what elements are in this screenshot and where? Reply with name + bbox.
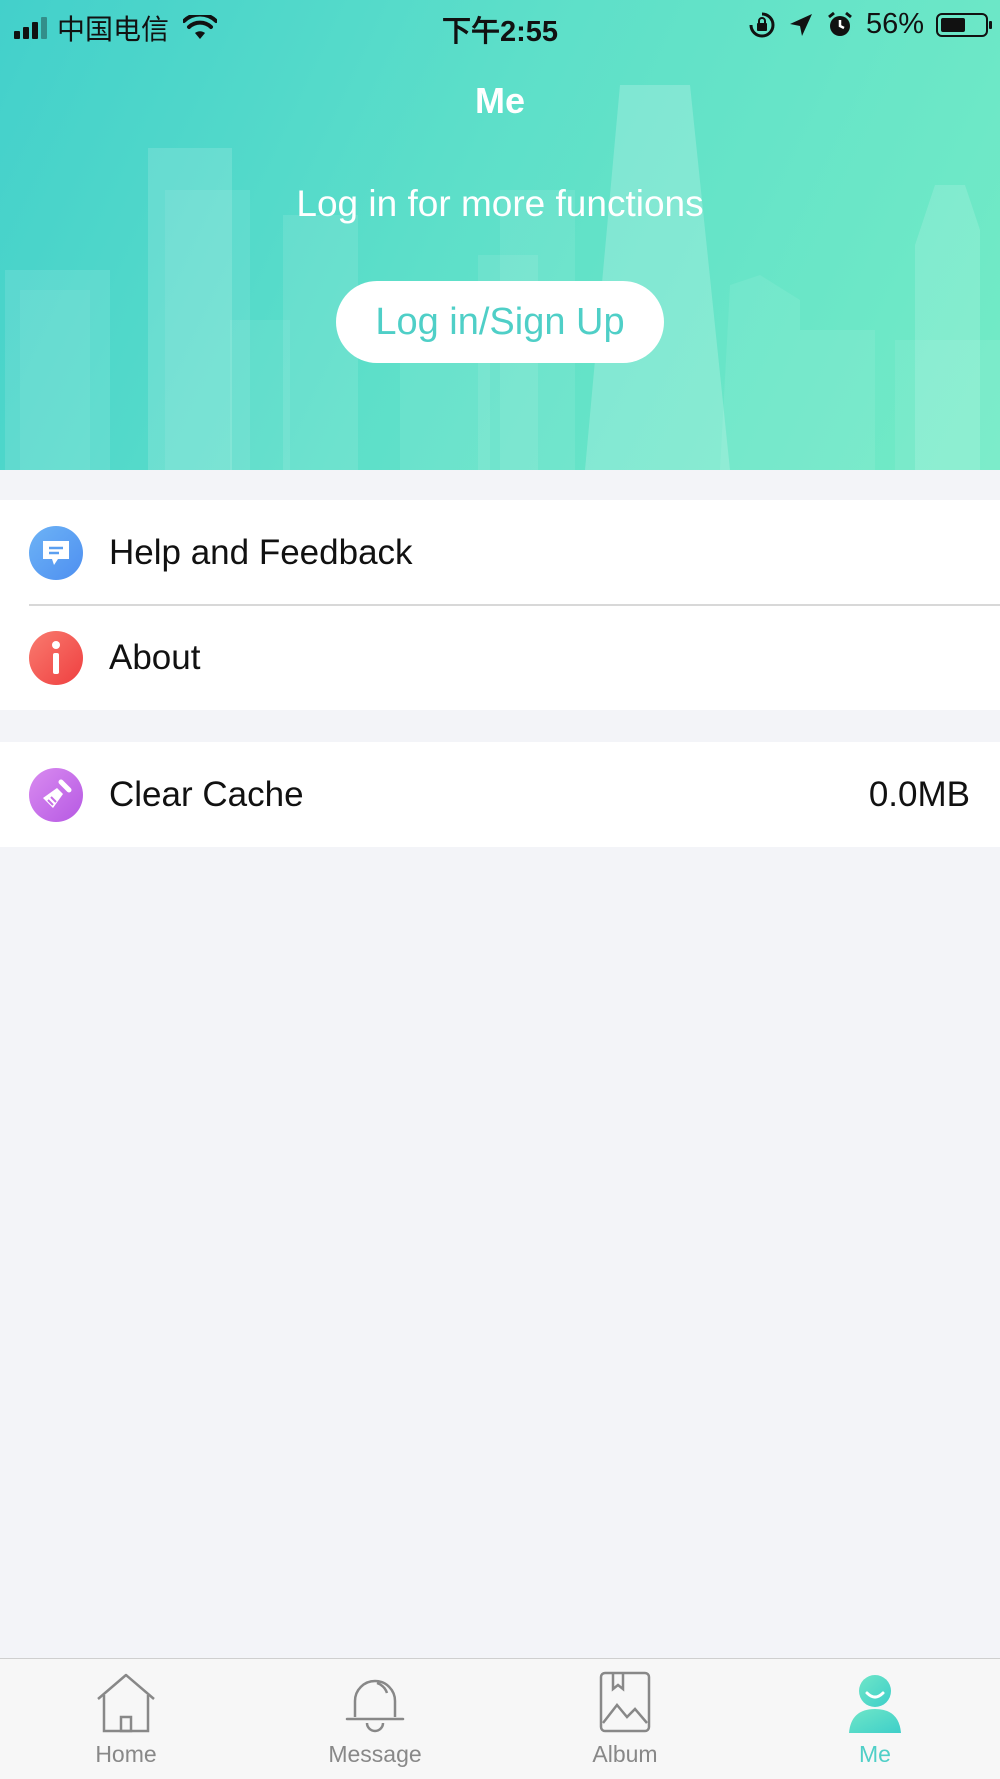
home-icon [97,1673,155,1733]
alarm-icon [828,11,852,36]
bell-icon [345,1679,405,1733]
about-item[interactable]: About [0,605,1000,710]
menu-group-storage: Clear Cache 0.0MB [0,742,1000,847]
tab-album-label: Album [592,1741,658,1767]
menu-group-support: Help and Feedback About [0,500,1000,710]
clear-cache-item[interactable]: Clear Cache 0.0MB [0,742,1000,847]
tab-me[interactable]: Me [775,1659,975,1779]
tab-me-label: Me [859,1741,891,1767]
album-icon [599,1671,651,1733]
broom-icon [29,768,83,822]
tab-home-label: Home [95,1741,157,1767]
location-icon [789,13,812,36]
clear-cache-label: Clear Cache [109,774,304,814]
skyline-background [5,85,1000,470]
tab-home[interactable]: Home [26,1659,226,1779]
tab-bar: Home Message Album Me [0,1658,1000,1779]
person-icon [849,1675,901,1733]
help-feedback-item[interactable]: Help and Feedback [0,500,1000,605]
tab-message[interactable]: Message [275,1659,475,1779]
about-label: About [109,637,201,677]
info-icon [29,631,83,685]
battery-icon [936,12,992,37]
login-prompt: Log in for more functions [296,183,704,224]
page-title: Me [474,80,525,121]
chat-bubble-icon [29,526,83,580]
tab-album[interactable]: Album [525,1659,725,1779]
login-signup-button[interactable]: Log in/Sign Up [336,281,664,363]
tab-message-label: Message [328,1741,422,1767]
cache-size-value: 0.0MB [868,774,970,814]
rotation-lock-icon [749,12,775,37]
battery-percent: 56% [865,8,924,40]
help-feedback-label: Help and Feedback [109,532,413,572]
status-bar: 中国电信 下午2:55 56% [0,0,1000,50]
profile-header: 中国电信 下午2:55 56% Me Log in for more funct… [0,0,1000,470]
